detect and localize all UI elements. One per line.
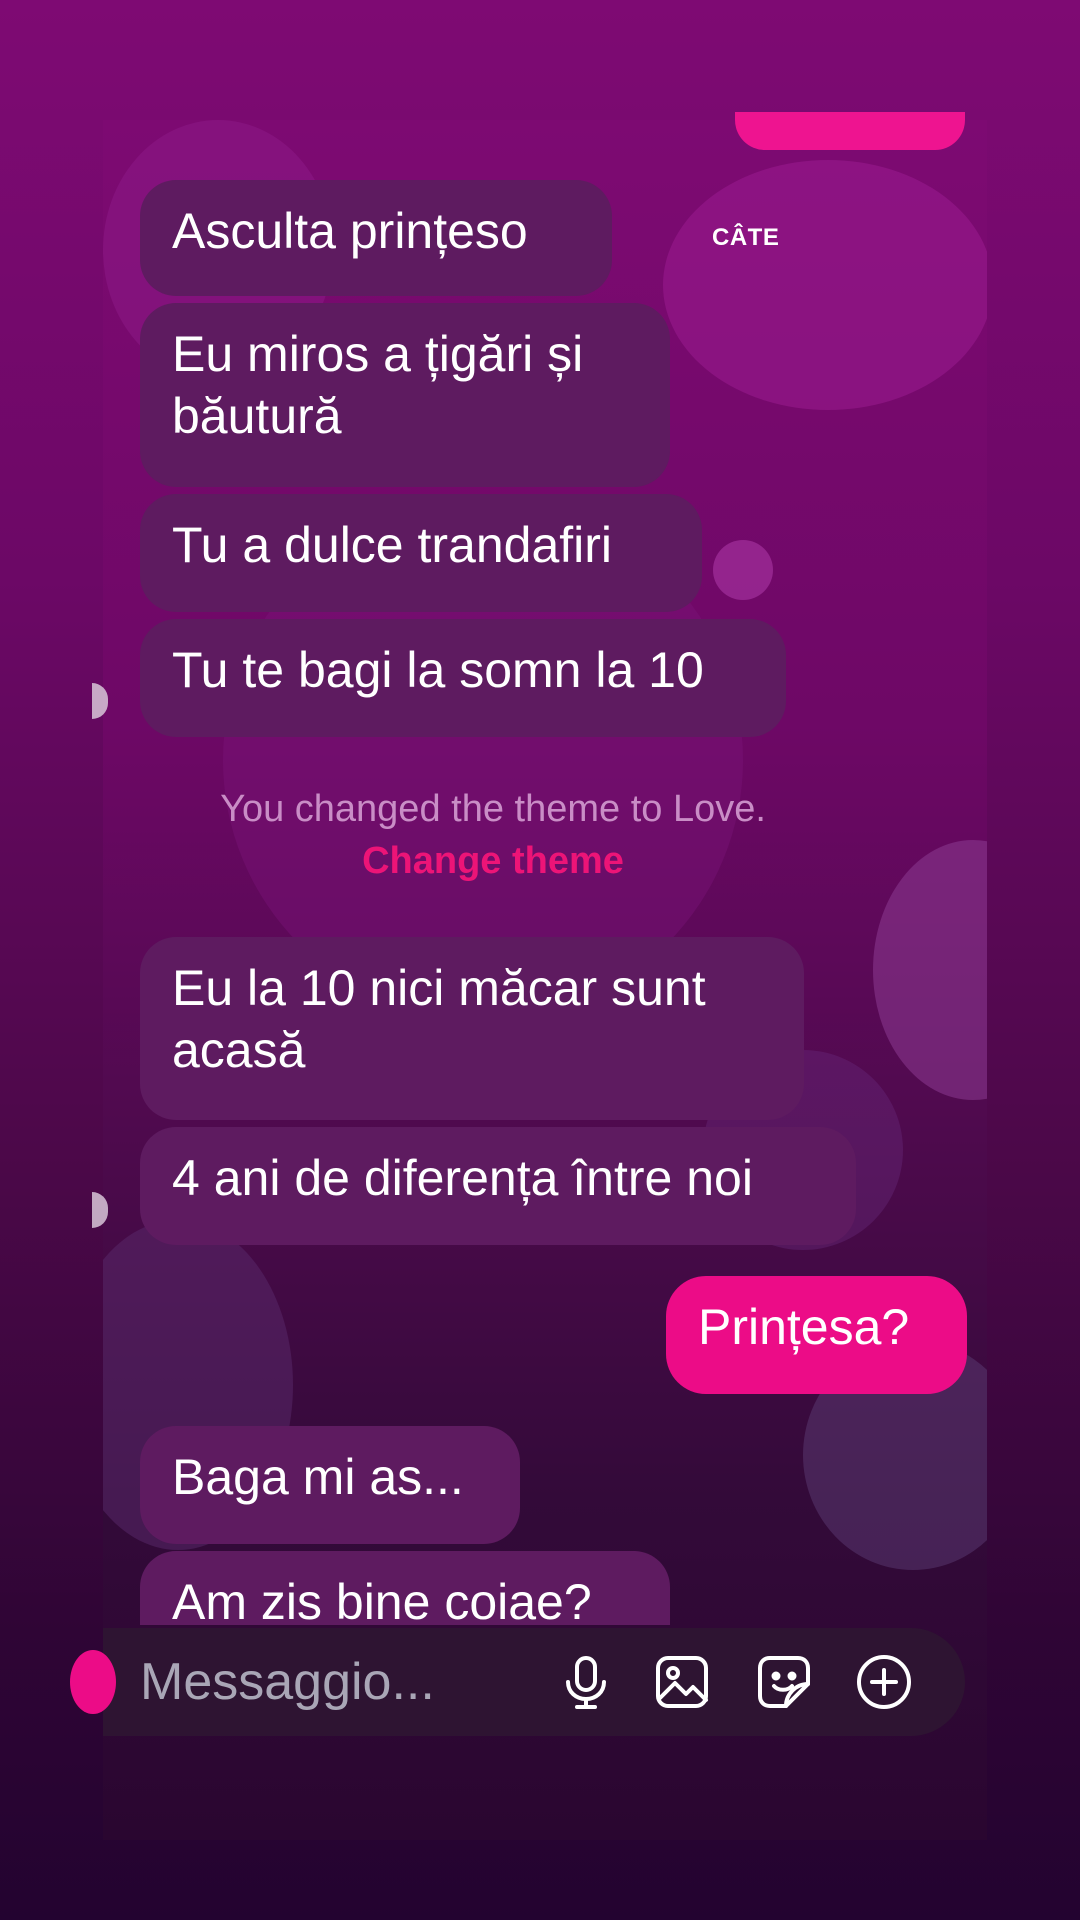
avatar-edge [92,1192,108,1228]
message-input[interactable]: Messaggio... [140,1648,520,1716]
camera-button[interactable] [70,1650,116,1714]
message-bubble-incoming[interactable]: Am zis bine coiae? [140,1551,670,1625]
theme-change-notice: You changed the theme to Love. [220,788,766,830]
sticker-icon[interactable] [754,1652,814,1712]
message-bubble-incoming[interactable]: Tu a dulce trandafiri [140,494,702,612]
message-bubble-incoming[interactable]: 4 ani de diferența între noi [140,1127,856,1245]
message-bubble-incoming[interactable]: Baga mi as... [140,1426,520,1544]
message-bubble-incoming[interactable]: Eu la 10 nici măcar sunt acasă [140,937,804,1120]
message-list[interactable]: Asculta prințeso Eu miros a țigări și bă… [0,0,1080,1625]
avatar-edge [92,683,108,719]
plus-circle-icon[interactable] [854,1652,914,1712]
message-bubble-outgoing[interactable]: Prințesa? [666,1276,967,1394]
message-bubble-incoming[interactable]: Eu miros a țigări și băutură [140,303,670,487]
change-theme-link[interactable]: Change theme [103,840,883,883]
message-bubble-incoming[interactable]: Tu te bagi la somn la 10 [140,619,786,737]
image-icon[interactable] [652,1652,712,1712]
message-bubble-incoming[interactable]: Asculta prințeso [140,180,612,296]
microphone-icon[interactable] [556,1652,616,1712]
